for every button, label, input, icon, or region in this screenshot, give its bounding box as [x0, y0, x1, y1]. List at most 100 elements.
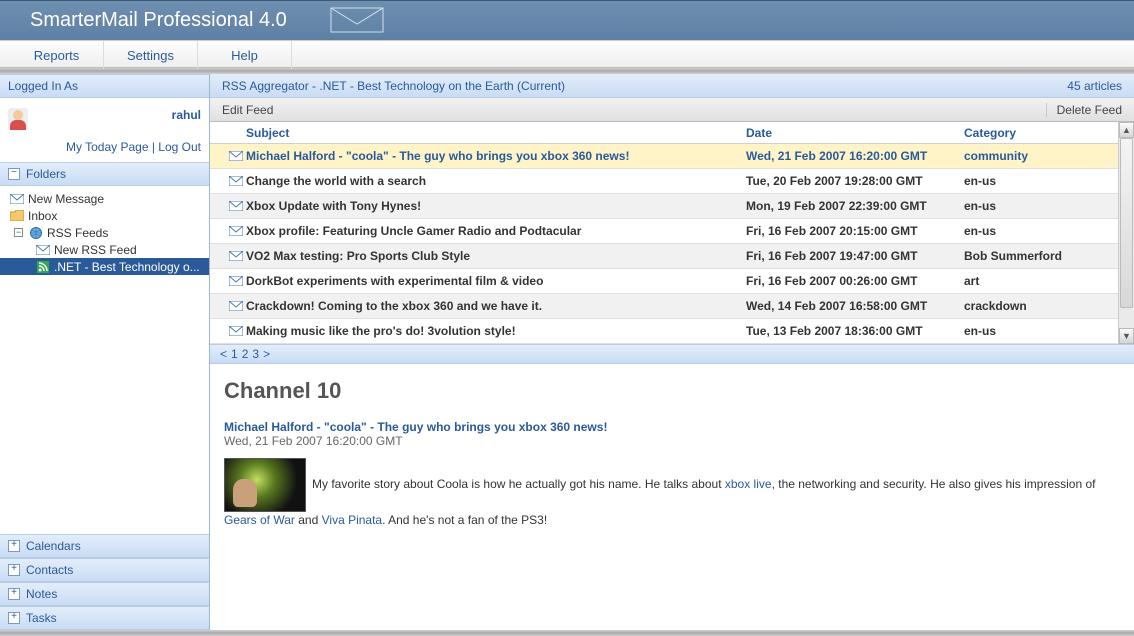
row-category: community [964, 149, 1118, 163]
row-subject: Xbox Update with Tony Hynes! [246, 199, 746, 213]
row-subject: Michael Halford - "coola" - The guy who … [246, 149, 746, 163]
table-row[interactable]: Xbox profile: Featuring Uncle Gamer Radi… [210, 219, 1118, 244]
body-text: . And he's not a fan of the PS3! [382, 513, 547, 527]
row-subject: Making music like the pro's do! 3volutio… [246, 324, 746, 338]
body-text: My favorite story about Coola is how he … [312, 477, 725, 491]
table-row[interactable]: DorkBot experiments with experimental fi… [210, 269, 1118, 294]
mail-icon [226, 201, 246, 211]
table-row[interactable]: Change the world with a searchTue, 20 Fe… [210, 169, 1118, 194]
new-rss-feed-label: New RSS Feed [54, 243, 137, 257]
row-date: Tue, 20 Feb 2007 19:28:00 GMT [746, 174, 964, 188]
table-row[interactable]: Xbox Update with Tony Hynes!Mon, 19 Feb … [210, 194, 1118, 219]
new-rss-feed-link[interactable]: New RSS Feed [0, 241, 209, 258]
mail-compose-icon [10, 192, 24, 206]
body-text: and [295, 513, 322, 527]
expand-icon: + [8, 612, 20, 624]
mail-icon [226, 226, 246, 236]
tasks-panel[interactable]: +Tasks [0, 606, 209, 630]
row-category: art [964, 274, 1118, 288]
expand-icon: + [8, 540, 20, 552]
my-today-link[interactable]: My Today Page [66, 140, 149, 154]
pager-prev[interactable]: < [220, 347, 227, 361]
expand-icon: + [8, 588, 20, 600]
new-message-link[interactable]: New Message [0, 190, 209, 207]
logged-in-header: Logged In As [0, 74, 209, 98]
collapse-icon: − [8, 168, 20, 180]
article-count: 45 articles [1067, 79, 1122, 93]
col-category[interactable]: Category [964, 126, 1118, 140]
list-header: Subject Date Category [210, 122, 1118, 144]
inbox-folder[interactable]: Inbox [0, 207, 209, 224]
col-subject[interactable]: Subject [246, 126, 746, 140]
menu-reports[interactable]: Reports [10, 41, 104, 69]
notes-label: Notes [26, 587, 57, 601]
row-date: Fri, 16 Feb 2007 19:47:00 GMT [746, 249, 964, 263]
log-out-link[interactable]: Log Out [158, 140, 201, 154]
calendars-panel[interactable]: + Calendars [0, 534, 209, 558]
mail-icon [226, 151, 246, 161]
scroll-thumb[interactable] [1120, 138, 1133, 308]
table-row[interactable]: Making music like the pro's do! 3volutio… [210, 319, 1118, 344]
sidebar-spacer [0, 283, 209, 534]
collapse-box-icon[interactable]: − [14, 228, 23, 237]
mail-icon [226, 326, 246, 336]
article-body: My favorite story about Coola is how he … [224, 458, 1120, 529]
envelope-icon [327, 0, 387, 42]
app-banner: SmarterMail Professional 4.0 [0, 0, 1134, 40]
link-viva-pinata[interactable]: Viva Pinata [322, 513, 383, 527]
toolbar: Edit Feed Delete Feed [210, 98, 1134, 122]
notes-panel[interactable]: + Notes [0, 582, 209, 606]
article-thumbnail[interactable] [224, 458, 306, 512]
article-title[interactable]: Michael Halford - "coola" - The guy who … [224, 420, 1120, 434]
menu-help[interactable]: Help [198, 41, 292, 69]
body-text: , the networking and security. He also g… [772, 477, 1096, 491]
table-row[interactable]: Crackdown! Coming to the xbox 360 and we… [210, 294, 1118, 319]
rss-feeds-label: RSS Feeds [47, 226, 108, 240]
scroll-down-icon[interactable]: ▼ [1119, 328, 1134, 344]
article-date: Wed, 21 Feb 2007 16:20:00 GMT [224, 434, 1120, 448]
link-xbox-live[interactable]: xbox live [725, 477, 772, 491]
channel-title: Channel 10 [224, 378, 1120, 404]
logged-in-label: Logged In As [8, 79, 78, 93]
edit-feed-button[interactable]: Edit Feed [222, 103, 273, 117]
table-row[interactable]: Michael Halford - "coola" - The guy who … [210, 144, 1118, 169]
pager-1[interactable]: 1 [231, 347, 238, 361]
list-scrollbar[interactable]: ▲ ▼ [1118, 122, 1134, 344]
delete-feed-button[interactable]: Delete Feed [1046, 103, 1122, 117]
pager-next[interactable]: > [263, 347, 270, 361]
table-row[interactable]: VO2 Max testing: Pro Sports Club StyleFr… [210, 244, 1118, 269]
menu-bar: Reports Settings Help [0, 40, 1134, 68]
row-category: crackdown [964, 299, 1118, 313]
row-subject: Xbox profile: Featuring Uncle Gamer Radi… [246, 224, 746, 238]
row-date: Wed, 21 Feb 2007 16:20:00 GMT [746, 149, 964, 163]
row-category: en-us [964, 174, 1118, 188]
sep: | [149, 140, 159, 154]
contacts-label: Contacts [26, 563, 73, 577]
row-category: en-us [964, 199, 1118, 213]
content-title: RSS Aggregator - .NET - Best Technology … [222, 79, 565, 93]
row-date: Fri, 16 Feb 2007 00:26:00 GMT [746, 274, 964, 288]
login-panel: rahul My Today Page | Log Out [0, 98, 209, 162]
col-date[interactable]: Date [746, 126, 964, 140]
pager-3[interactable]: 3 [252, 347, 259, 361]
link-gears-of-war[interactable]: Gears of War [224, 513, 295, 527]
rss-feeds-folder[interactable]: − RSS Feeds [0, 224, 209, 241]
pager-2[interactable]: 2 [242, 347, 249, 361]
app-title: SmarterMail Professional 4.0 [30, 9, 287, 32]
feed-icon [36, 260, 50, 274]
user-avatar-icon [8, 108, 28, 130]
row-subject: Change the world with a search [246, 174, 746, 188]
folders-header[interactable]: − Folders [0, 162, 209, 186]
mail-icon [226, 176, 246, 186]
content-header: RSS Aggregator - .NET - Best Technology … [210, 74, 1134, 98]
calendars-label: Calendars [26, 539, 81, 553]
folder-icon [10, 209, 24, 223]
mail-icon [226, 251, 246, 261]
feed-selected-label: .NET - Best Technology o... [54, 260, 200, 274]
inbox-label: Inbox [28, 209, 57, 223]
menu-settings[interactable]: Settings [104, 41, 198, 69]
scroll-up-icon[interactable]: ▲ [1119, 122, 1134, 138]
feed-selected[interactable]: .NET - Best Technology o... [0, 258, 209, 275]
contacts-panel[interactable]: + Contacts [0, 558, 209, 582]
expand-icon: + [8, 564, 20, 576]
